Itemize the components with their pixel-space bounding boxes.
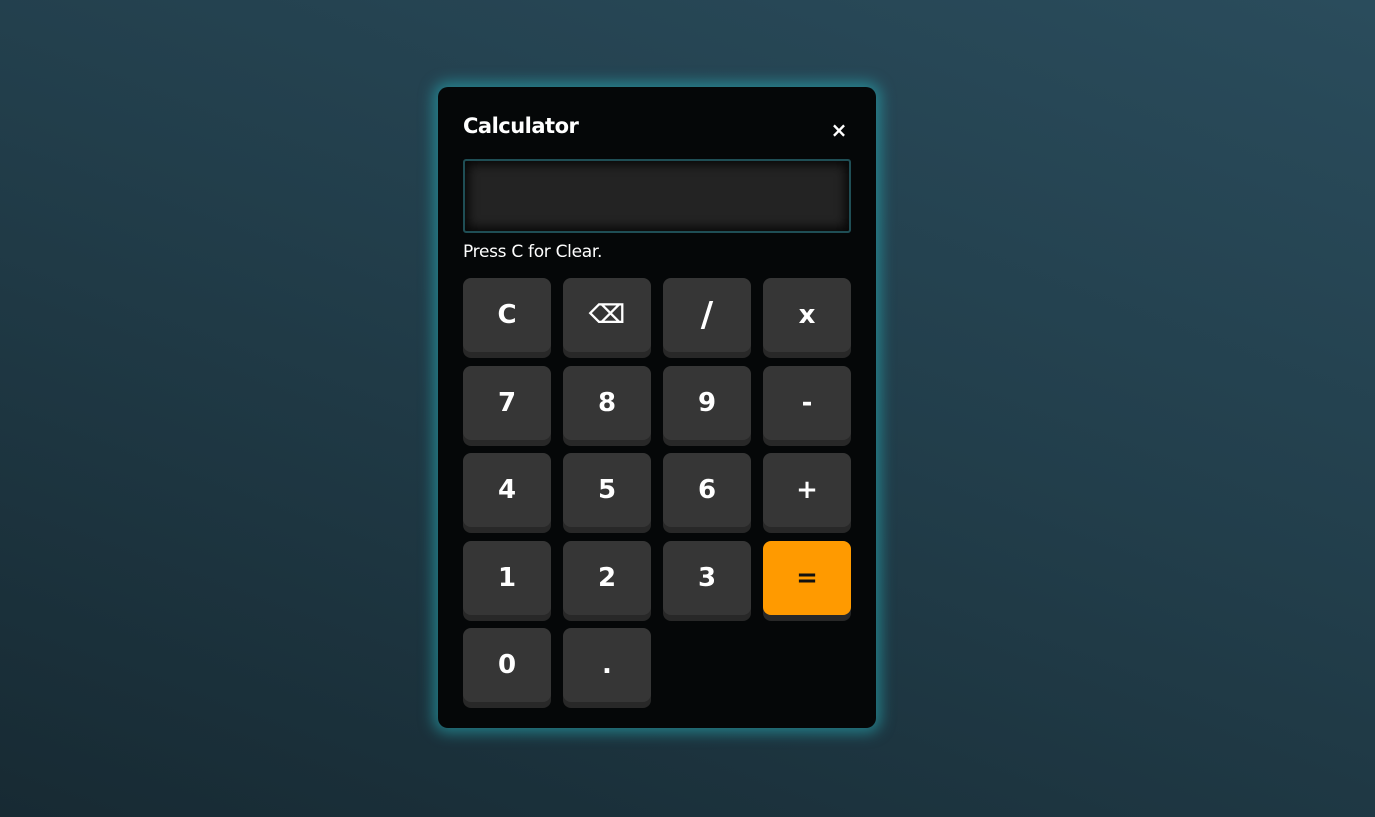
equals-button[interactable]: = [763, 540, 851, 615]
decimal-button[interactable]: . [563, 628, 651, 702]
digit-5-button[interactable]: 5 [563, 453, 651, 527]
multiply-button[interactable]: x [763, 278, 851, 352]
digit-0-button[interactable]: 0 [463, 628, 551, 702]
minus-button[interactable]: - [763, 365, 851, 440]
display-field[interactable] [463, 159, 851, 233]
clear-button[interactable]: C [463, 278, 551, 352]
calculator-window: Calculator × Press C for Clear. C ⌫ / x … [438, 87, 876, 728]
plus-button[interactable]: + [763, 453, 851, 527]
keypad: C ⌫ / x 7 8 9 - 4 5 6 + 1 2 3 = 0 . [463, 278, 851, 708]
digit-8-button[interactable]: 8 [563, 365, 651, 440]
clear-hint: Press C for Clear. [463, 242, 603, 262]
digit-2-button[interactable]: 2 [563, 540, 651, 615]
backspace-icon[interactable]: ⌫ [563, 278, 651, 352]
digit-3-button[interactable]: 3 [663, 540, 751, 615]
close-icon[interactable]: × [826, 117, 852, 143]
window-title: Calculator [463, 114, 579, 138]
divide-button[interactable]: / [663, 278, 751, 352]
digit-7-button[interactable]: 7 [463, 365, 551, 440]
digit-1-button[interactable]: 1 [463, 540, 551, 615]
digit-6-button[interactable]: 6 [663, 453, 751, 527]
digit-9-button[interactable]: 9 [663, 365, 751, 440]
digit-4-button[interactable]: 4 [463, 453, 551, 527]
